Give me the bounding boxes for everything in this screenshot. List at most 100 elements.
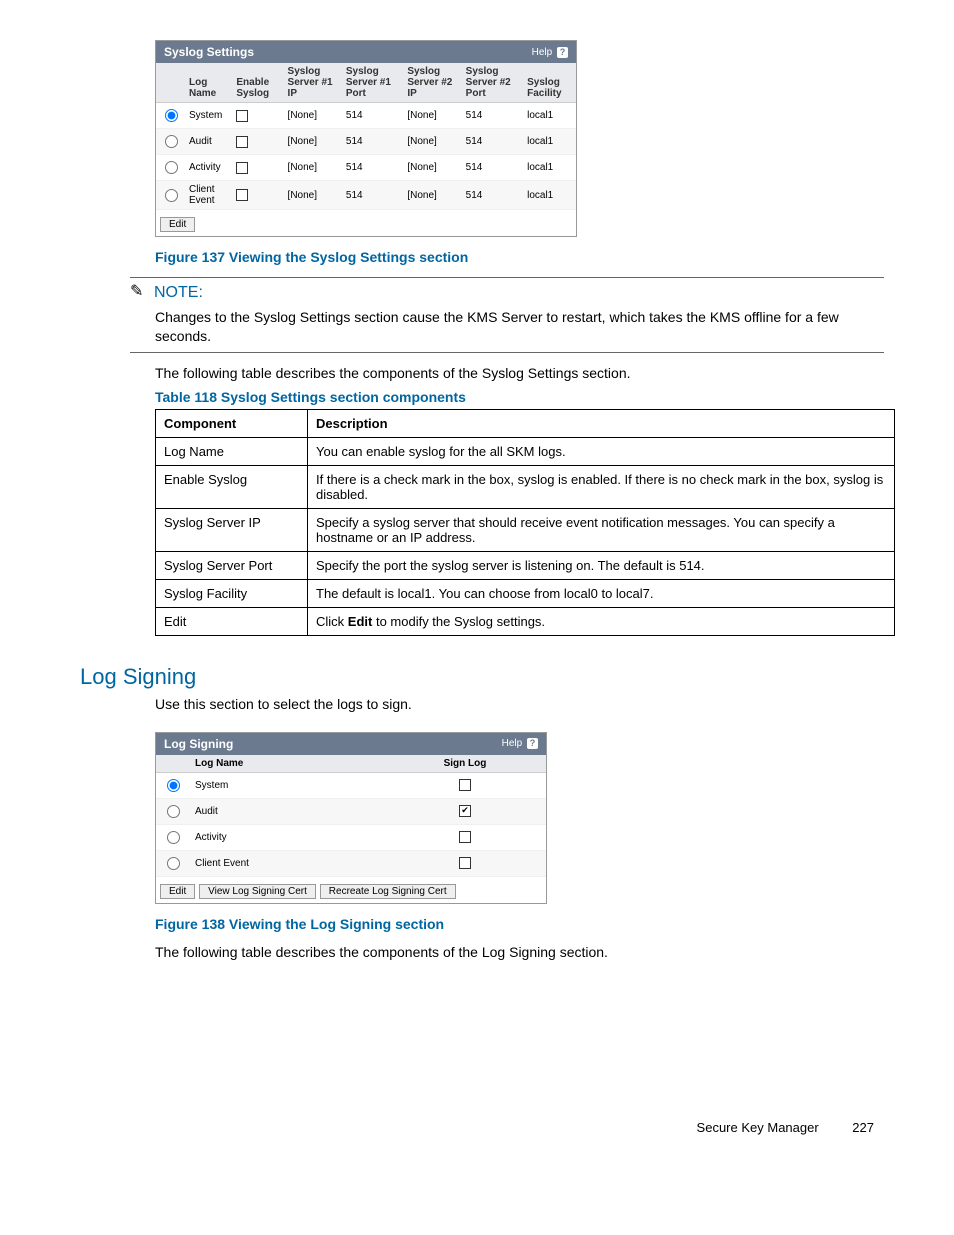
panel-buttons: Edit (156, 210, 576, 236)
panel-buttons: Edit View Log Signing Cert Recreate Log … (156, 877, 546, 903)
after-138-text: The following table describes the compon… (155, 944, 884, 960)
footer-page: 227 (852, 1120, 874, 1135)
cell-logname: System (185, 103, 232, 129)
cell-component: Edit (156, 607, 308, 635)
divider (130, 352, 884, 353)
row-radio[interactable] (167, 831, 180, 844)
cell-s2port: 514 (462, 129, 523, 155)
cell-s2ip: [None] (403, 155, 461, 181)
table-row[interactable]: Client Event[None]514[None]514local1 (156, 181, 576, 210)
cell-logname: Activity (185, 155, 232, 181)
cell-logname: Audit (189, 798, 384, 824)
cell-description: The default is local1. You can choose fr… (308, 579, 895, 607)
checkbox-icon[interactable] (236, 189, 248, 201)
cell-signlog (384, 824, 546, 850)
figure-caption-137: Figure 137 Viewing the Syslog Settings s… (155, 249, 884, 265)
table-row: Log NameYou can enable syslog for the al… (156, 437, 895, 465)
cell-s2ip: [None] (403, 129, 461, 155)
panel-header: Syslog Settings Help ? (156, 41, 576, 63)
divider (130, 277, 884, 278)
note-icon: ✎ (130, 284, 150, 300)
panel-title: Syslog Settings (164, 45, 254, 59)
checkbox-icon[interactable] (459, 857, 471, 869)
cell-logname: System (189, 772, 384, 798)
col-signlog: Sign Log (384, 755, 546, 773)
cell-facility: local1 (523, 181, 576, 210)
cell-facility: local1 (523, 155, 576, 181)
table-row: Syslog Server PortSpecify the port the s… (156, 551, 895, 579)
table-row[interactable]: System (156, 772, 546, 798)
row-radio[interactable] (165, 109, 178, 122)
edit-button[interactable]: Edit (160, 884, 195, 899)
th-description: Description (308, 409, 895, 437)
cell-signlog (384, 850, 546, 876)
cell-s1ip: [None] (284, 181, 342, 210)
row-radio[interactable] (167, 857, 180, 870)
help-icon: ? (557, 47, 568, 58)
checkbox-icon[interactable]: ✔ (459, 805, 471, 817)
cell-facility: local1 (523, 129, 576, 155)
cell-s2ip: [None] (403, 181, 461, 210)
cell-s1port: 514 (342, 103, 403, 129)
checkbox-icon[interactable] (236, 136, 248, 148)
cell-s1ip: [None] (284, 103, 342, 129)
help-link[interactable]: Help ? (502, 738, 538, 749)
th-component: Component (156, 409, 308, 437)
table-118: Component Description Log NameYou can en… (155, 409, 895, 636)
help-link[interactable]: Help ? (532, 47, 568, 58)
table-row[interactable]: Audit ✔ (156, 798, 546, 824)
cell-component: Syslog Server Port (156, 551, 308, 579)
cell-component: Enable Syslog (156, 465, 308, 508)
table-row[interactable]: Client Event (156, 850, 546, 876)
figure-caption-138: Figure 138 Viewing the Log Signing secti… (155, 916, 884, 932)
cell-logname: Activity (189, 824, 384, 850)
cell-enable (232, 129, 283, 155)
log-signing-panel: Log Signing Help ? Log Name Sign Log Sys… (155, 732, 547, 904)
cell-s1ip: [None] (284, 155, 342, 181)
table-row[interactable]: Activity (156, 824, 546, 850)
cell-s2ip: [None] (403, 103, 461, 129)
table-row[interactable]: Audit[None]514[None]514local1 (156, 129, 576, 155)
col-facility: Syslog Facility (523, 63, 576, 103)
row-radio[interactable] (165, 161, 178, 174)
cell-signlog: ✔ (384, 798, 546, 824)
cell-logname: Client Event (185, 181, 232, 210)
checkbox-icon[interactable] (236, 110, 248, 122)
col-s1port: Syslog Server #1 Port (342, 63, 403, 103)
table-row[interactable]: Activity[None]514[None]514local1 (156, 155, 576, 181)
col-enable: Enable Syslog (232, 63, 283, 103)
section-intro: Use this section to select the logs to s… (155, 696, 884, 712)
row-radio[interactable] (165, 135, 178, 148)
recreate-log-signing-cert-button[interactable]: Recreate Log Signing Cert (320, 884, 456, 899)
row-radio[interactable] (167, 805, 180, 818)
cell-s2port: 514 (462, 155, 523, 181)
col-radio (156, 63, 185, 103)
checkbox-icon[interactable] (236, 162, 248, 174)
panel-header: Log Signing Help ? (156, 733, 546, 755)
cell-logname: Audit (185, 129, 232, 155)
row-radio[interactable] (165, 189, 178, 202)
cell-description: You can enable syslog for the all SKM lo… (308, 437, 895, 465)
table-row[interactable]: System[None]514[None]514local1 (156, 103, 576, 129)
syslog-table: Log Name Enable Syslog Syslog Server #1 … (156, 63, 576, 210)
cell-s2port: 514 (462, 103, 523, 129)
col-logname: Log Name (185, 63, 232, 103)
table-row: Syslog Server IPSpecify a syslog server … (156, 508, 895, 551)
row-radio[interactable] (167, 779, 180, 792)
table-row: EditClick Edit to modify the Syslog sett… (156, 607, 895, 635)
cell-component: Syslog Facility (156, 579, 308, 607)
cell-s1port: 514 (342, 181, 403, 210)
checkbox-icon[interactable] (459, 779, 471, 791)
cell-enable (232, 103, 283, 129)
log-signing-table: Log Name Sign Log SystemAudit✔ActivityCl… (156, 755, 546, 877)
col-s1ip: Syslog Server #1 IP (284, 63, 342, 103)
view-log-signing-cert-button[interactable]: View Log Signing Cert (199, 884, 316, 899)
footer-title: Secure Key Manager (697, 1120, 819, 1135)
cell-s1ip: [None] (284, 129, 342, 155)
table-row: Enable SyslogIf there is a check mark in… (156, 465, 895, 508)
help-icon: ? (527, 738, 538, 749)
edit-button[interactable]: Edit (160, 217, 195, 232)
checkbox-icon[interactable] (459, 831, 471, 843)
panel-title: Log Signing (164, 737, 233, 751)
cell-description: Specify a syslog server that should rece… (308, 508, 895, 551)
